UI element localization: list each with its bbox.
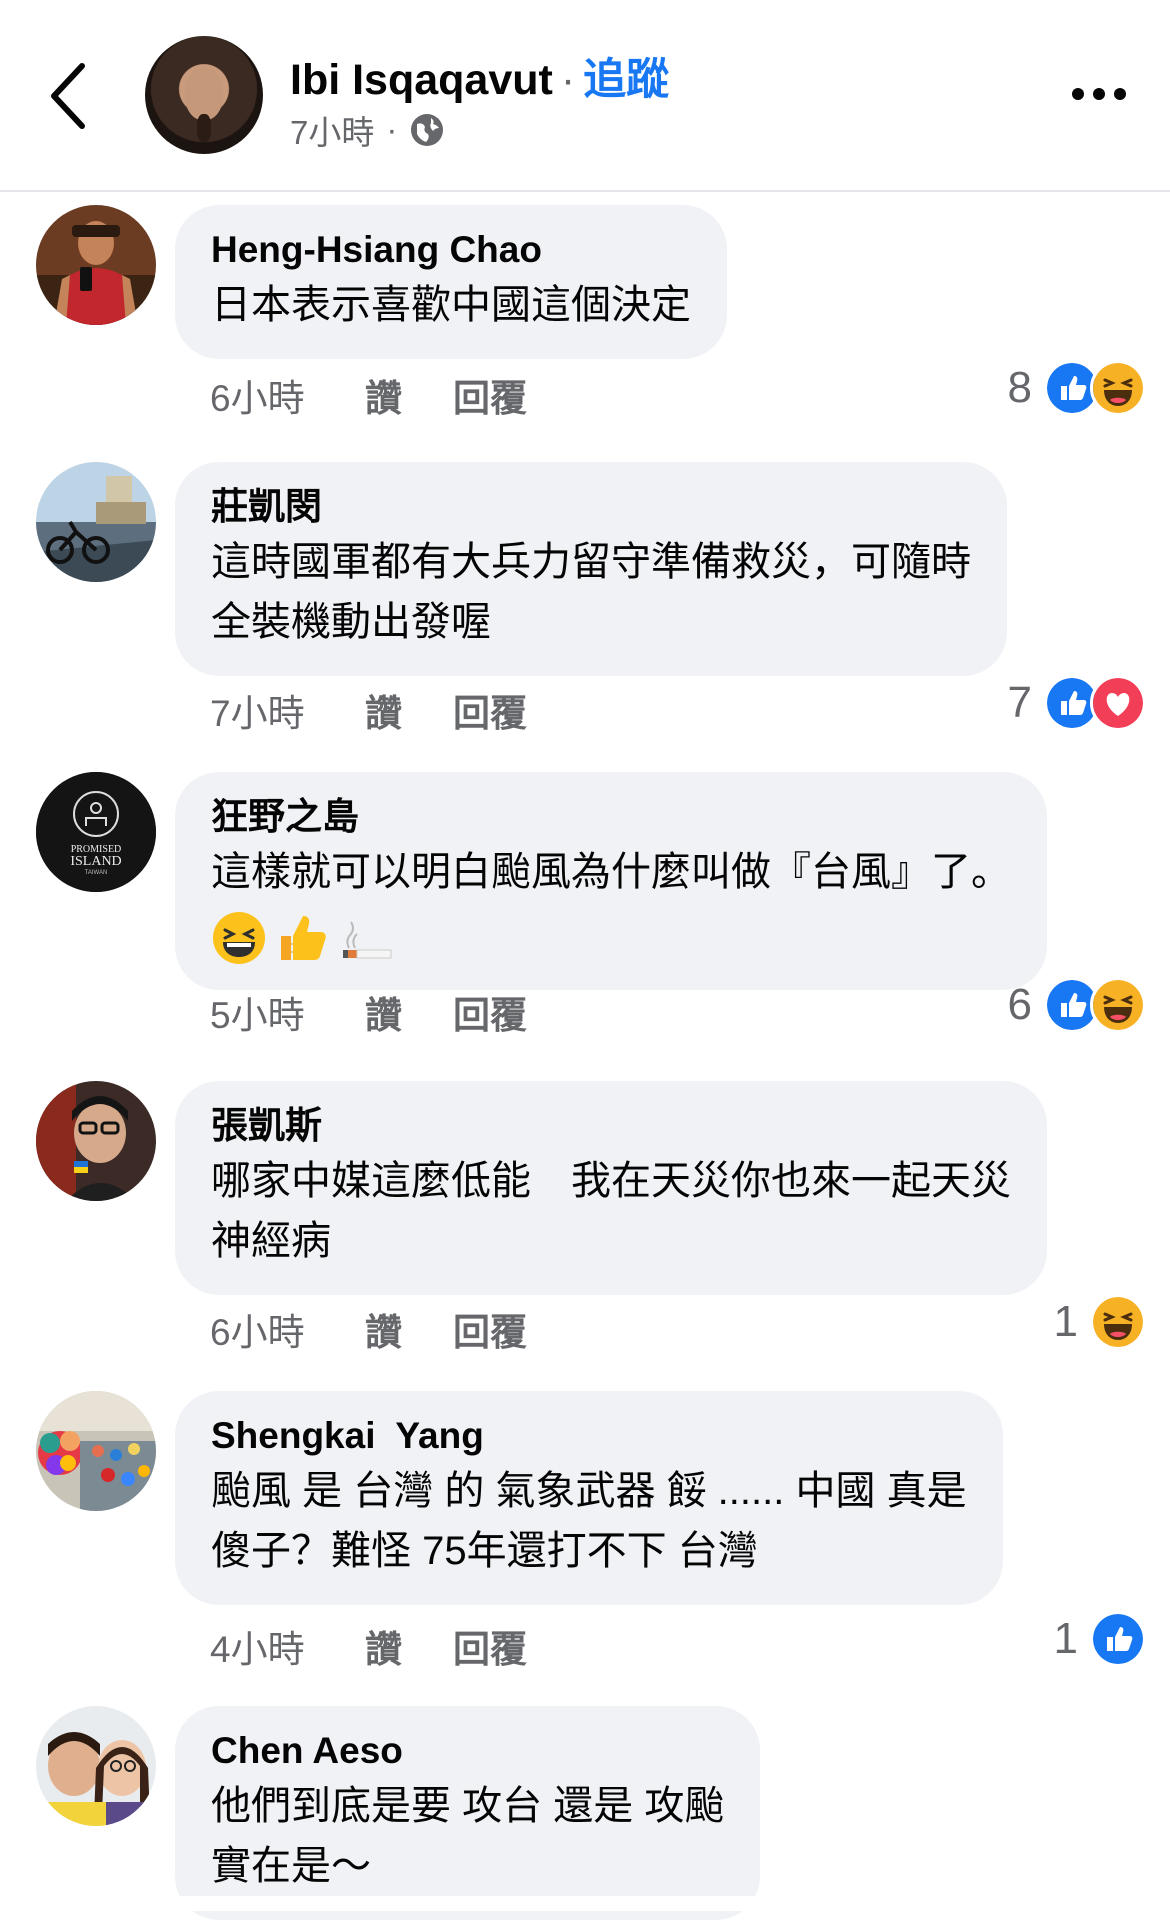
separator-dot: · (560, 56, 576, 104)
reaction-count: 6 (1007, 980, 1032, 1029)
reaction-count: 8 (1007, 363, 1032, 412)
reaction-summary[interactable]: 1 (1054, 1611, 1146, 1667)
more-options-icon[interactable] (1072, 88, 1126, 100)
comment-time[interactable]: 6小時 (210, 368, 365, 422)
comment-text: 這樣就可以明白颱風為什麼叫做『台風』了。 (211, 842, 1011, 902)
comment-time[interactable]: 6小時 (210, 1302, 365, 1356)
comment-author[interactable]: 莊凱閔 (211, 484, 971, 530)
post-meta: 7小時 · (290, 106, 445, 154)
commenter-avatar[interactable] (36, 205, 156, 325)
comment-text-line: 神經病 (211, 1219, 331, 1263)
svg-text:ISLAND: ISLAND (70, 854, 121, 869)
thumbs-up-emoji-icon (281, 916, 326, 960)
comment-time[interactable]: 7小時 (210, 683, 365, 737)
comment-bubble: 莊凱閔 這時國軍都有大兵力留守準備救災，可隨時 全裝機動出發喔 (175, 462, 1007, 676)
comment-text-line: 颱風 是 台灣 的 氣象武器 餒 ...... 中國 真是 (211, 1469, 967, 1513)
commenter-avatar[interactable] (36, 1706, 156, 1826)
comment-actions: 6小時 讚 回覆 (210, 368, 527, 422)
commenter-avatar[interactable] (36, 1081, 156, 1201)
comment-author[interactable]: Shengkai Yang (211, 1413, 967, 1459)
comment-bubble: 狂野之島 這樣就可以明白颱風為什麼叫做『台風』了。 (175, 772, 1047, 990)
comment-text: 颱風 是 台灣 的 氣象武器 餒 ...... 中國 真是 傻子？難怪 75年還… (211, 1461, 967, 1581)
love-icon (1090, 675, 1146, 731)
comment-actions: 5小時 讚 回覆 (210, 985, 527, 1039)
comment-text-line: 這樣就可以明白颱風為什麼叫做『台風』了。 (211, 850, 1011, 894)
comment-text-line: 哪家中媒這麼低能 我在天災你也來一起天災 (211, 1159, 1011, 1203)
bottom-edge (0, 1896, 1170, 1911)
like-button[interactable]: 讚 (365, 1302, 453, 1356)
cigarette-emoji-icon (343, 921, 392, 959)
comment-author[interactable]: 狂野之島 (211, 794, 1011, 840)
comment-bubble: Chen Aeso 他們到底是要 攻台 還是 攻颱 實在是～ (175, 1706, 761, 1920)
comment-actions: 6小時 讚 回覆 (210, 1302, 527, 1356)
follow-button[interactable]: 追蹤 (583, 56, 669, 104)
comment-bubble: Heng-Hsiang Chao 日本表示喜歡中國這個決定 (175, 205, 727, 359)
comment-time[interactable]: 4小時 (210, 1619, 365, 1673)
haha-icon (1090, 977, 1146, 1033)
reply-button[interactable]: 回覆 (453, 683, 527, 737)
comment-bubble: Shengkai Yang 颱風 是 台灣 的 氣象武器 餒 ...... 中國… (175, 1391, 1003, 1605)
reply-button[interactable]: 回覆 (453, 1302, 527, 1356)
comment-text: 日本表示喜歡中國這個決定 (211, 275, 691, 335)
like-button[interactable]: 讚 (365, 683, 453, 737)
like-icon (1090, 1611, 1146, 1667)
reply-button[interactable]: 回覆 (453, 368, 527, 422)
comment-text: 這時國軍都有大兵力留守準備救災，可隨時 全裝機動出發喔 (211, 532, 971, 652)
comment-text-line: 傻子？難怪 75年還打不下 台灣 (211, 1529, 758, 1573)
comment-text-line: 他們到底是要 攻台 還是 攻颱 (211, 1784, 725, 1828)
comment-text-line: 日本表示喜歡中國這個決定 (211, 283, 691, 327)
comment-bubble: 張凱斯 哪家中媒這麼低能 我在天災你也來一起天災 神經病 (175, 1081, 1047, 1295)
comment-author[interactable]: Chen Aeso (211, 1728, 724, 1774)
reaction-count: 1 (1053, 1297, 1078, 1346)
comment-author[interactable]: Heng-Hsiang Chao (211, 227, 691, 273)
svg-text:TAIWAN: TAIWAN (85, 870, 108, 876)
reaction-count: 1 (1053, 1614, 1078, 1663)
commenter-avatar[interactable] (36, 462, 156, 582)
haha-icon (1090, 1294, 1146, 1350)
comment-actions: 7小時 讚 回覆 (210, 683, 527, 737)
haha-icon (1090, 360, 1146, 416)
comment-author[interactable]: 張凱斯 (211, 1103, 1011, 1149)
like-button[interactable]: 讚 (365, 368, 453, 422)
post-time[interactable]: 7小時 (290, 106, 374, 154)
author-avatar[interactable] (145, 36, 263, 154)
reaction-count: 7 (1007, 678, 1032, 727)
comment-text-line: 全裝機動出發喔 (211, 600, 491, 644)
comment-text-line: 這時國軍都有大兵力留守準備救災，可隨時 (211, 540, 971, 584)
back-arrow-icon[interactable] (44, 60, 94, 132)
promised-island-logo: PROMISED ISLAND TAIWAN (36, 772, 156, 892)
reply-button[interactable]: 回覆 (453, 1619, 527, 1673)
commenter-avatar[interactable]: PROMISED ISLAND TAIWAN (36, 772, 156, 892)
post-author-line: Ibi Isqaqavut · 追蹤 (290, 45, 669, 107)
post-author-name[interactable]: Ibi Isqaqavut (290, 56, 553, 104)
reply-button[interactable]: 回覆 (453, 985, 527, 1039)
comment-actions: 4小時 讚 回覆 (210, 1619, 527, 1673)
reaction-summary[interactable]: 6 (1008, 977, 1146, 1033)
post-header: Ibi Isqaqavut · 追蹤 7小時 · (0, 0, 1170, 192)
laughing-emoji-icon (213, 912, 265, 964)
like-button[interactable]: 讚 (365, 985, 453, 1039)
comment-time[interactable]: 5小時 (210, 985, 365, 1039)
comment-text-line: 實在是～ (211, 1844, 371, 1888)
like-button[interactable]: 讚 (365, 1619, 453, 1673)
comment-emojis (211, 910, 1011, 966)
public-globe-icon (411, 114, 444, 146)
reaction-summary[interactable]: 7 (1008, 675, 1146, 731)
meta-separator: · (386, 111, 398, 148)
comment-text: 哪家中媒這麼低能 我在天災你也來一起天災 神經病 (211, 1151, 1011, 1271)
commenter-avatar[interactable] (36, 1391, 156, 1511)
comment-text: 他們到底是要 攻台 還是 攻颱 實在是～ (211, 1776, 724, 1896)
reaction-summary[interactable]: 1 (1054, 1294, 1146, 1350)
reaction-summary[interactable]: 8 (1008, 360, 1146, 416)
